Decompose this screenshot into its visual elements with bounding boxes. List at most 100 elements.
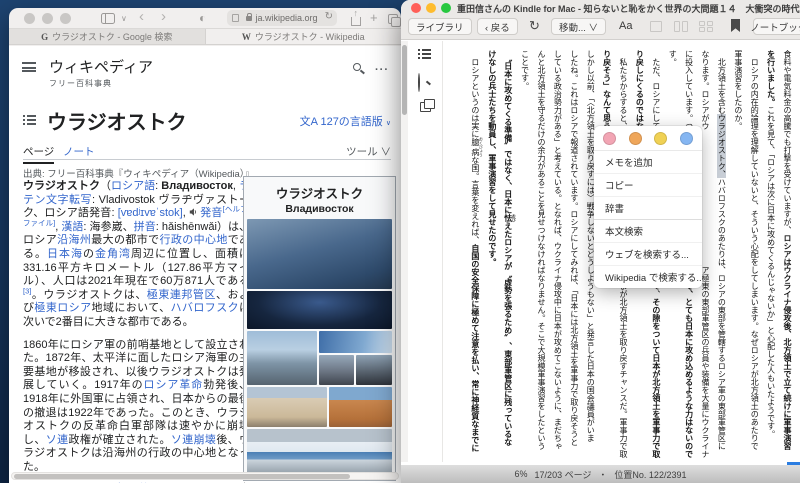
wiki-link[interactable]: 極東ロシア [34, 302, 91, 314]
language-selector[interactable]: 文A 127の言語版 ∨ [300, 113, 391, 129]
menu-item[interactable]: ウェブを検索する... [594, 242, 702, 265]
search-icon[interactable] [418, 73, 420, 92]
book-text-segment: ことです。 [520, 50, 530, 90]
photo-aerial-harbor [247, 219, 392, 289]
highlight-swatch-yellow[interactable] [654, 132, 668, 145]
menu-item[interactable]: コピー [594, 173, 702, 196]
address-bar[interactable]: ja.wikipedia.org ↻ [227, 10, 337, 26]
wiki-text: 。ウラジオストクは、 [31, 288, 147, 301]
wikipedia-wordmark[interactable]: ウィキペディア フリー百科事典 [49, 56, 153, 89]
book-text-segment: を行いました。 [766, 50, 776, 106]
goto-button[interactable]: 移動... ∨ [551, 18, 607, 35]
book-text-segment: 「いまが北方領土を取り戻すチャンスだ。軍事力で取 [619, 266, 628, 458]
wiki-link[interactable]: ロシア革命 [144, 379, 204, 391]
book-text-segment: ていて、とても日本に攻め込めるような力はないので [684, 266, 694, 458]
kindle-text-column: けなしの兵士たちを動員し、軍事演習をして見せたのです。 [483, 50, 500, 462]
tab-overview-icon[interactable] [388, 14, 401, 27]
tools-menu[interactable]: ツール ∨ [346, 144, 391, 159]
bookmark-icon[interactable] [731, 19, 740, 32]
safari-toolbar: ∨ ‹ › ◐ ja.wikipedia.org ↻ + [9, 8, 401, 28]
more-icon[interactable]: ··· [375, 64, 389, 76]
library-button[interactable]: ライブラリ [408, 18, 472, 35]
book-text-segment: 食料や電気料金の高騰でも打撃を受けていますが、 [783, 50, 792, 234]
wiki-link[interactable]: 極東連邦管区 [147, 289, 216, 301]
kindle-reading-area: 食料や電気料金の高騰でも打撃を受けていますが、ロシアはウクライナ侵攻後、北方領土… [401, 41, 800, 462]
wiki-link[interactable]: 行政の中心地 [160, 234, 228, 246]
grid-view-icon[interactable] [699, 21, 714, 32]
book-text-segment: ロシアというのは実に [470, 50, 480, 138]
vertical-scrollbar[interactable] [401, 41, 408, 462]
wiki-link[interactable]: 金角湾 [95, 248, 131, 260]
book-text-segment: 怯おび [503, 214, 517, 222]
wiki-link[interactable]: [vɐdʲɪvɐˈstok] [118, 207, 183, 219]
wiki-link[interactable]: ソ連 [46, 434, 69, 446]
reload-icon[interactable]: ↻ [325, 11, 333, 22]
highlight-swatch-blue[interactable] [679, 132, 693, 145]
two-page-view-icon[interactable] [674, 21, 689, 32]
wiki-link[interactable]: 発音 [197, 207, 222, 219]
book-text-segment: り戻しにくるのではな [635, 50, 645, 130]
zoom-button[interactable] [441, 3, 451, 13]
photo-classical-building [329, 387, 392, 427]
highlight-swatch-orange[interactable] [628, 132, 642, 145]
close-button[interactable] [411, 3, 421, 13]
wiki-link[interactable]: 漢語 [61, 221, 83, 233]
photo-night-bridge [247, 291, 392, 329]
toc-icon[interactable] [418, 49, 431, 60]
text-settings-button[interactable]: Aa [619, 20, 632, 32]
wordmark-title: ウィキペディア [49, 60, 153, 76]
sync-icon[interactable]: ↻ [529, 18, 540, 34]
new-tab-icon[interactable]: + [370, 10, 378, 25]
wiki-link[interactable]: 日本海 [47, 248, 83, 260]
minimize-button[interactable] [426, 3, 436, 13]
wiki-link[interactable]: 沿海州 [57, 234, 91, 246]
kindle-text-column: ロシアの内在的論理を理解していないと、そういう心配をしてしまいます。なぜロシアが… [745, 50, 762, 462]
notebook-button[interactable]: ノートブックを表示 [750, 18, 800, 35]
book-text-segment: けなしの兵士たちを動員し、軍事演習をして見せたのです。 [487, 50, 497, 266]
kindle-toolbar: ライブラリ ‹ 戻る ↻ 移動... ∨ Aa ノートブックを表示 [401, 14, 800, 40]
share-icon[interactable] [351, 8, 361, 26]
tab-wikipedia[interactable]: W ウラジオストク - Wikipedia [205, 29, 401, 44]
wiki-link[interactable]: ソ連崩壊 [171, 434, 216, 446]
chevron-down-icon[interactable]: ∨ [121, 14, 127, 23]
book-text-segment: に投入しています。つ [684, 50, 694, 130]
wiki-text: : 海参崴、 [83, 220, 134, 233]
tab-talk[interactable]: ノート [63, 144, 95, 159]
wiki-link[interactable]: ロシア語 [111, 180, 155, 192]
scrollbar-thumb[interactable] [402, 45, 407, 115]
tab-page[interactable]: ページ [23, 144, 55, 164]
zoom-button[interactable] [60, 13, 71, 24]
menu-item[interactable]: 辞書 [594, 196, 702, 219]
search-icon[interactable] [353, 63, 361, 71]
highlight-swatch-pink[interactable] [603, 132, 616, 145]
menu-icon[interactable] [22, 62, 36, 72]
wiki-link[interactable]: ハバロフスク [171, 302, 240, 314]
google-favicon: G [41, 31, 49, 42]
single-page-view-icon[interactable] [649, 21, 664, 32]
menu-item[interactable]: Wikipedia で検索する... [594, 265, 702, 288]
hidden-text-gap [704, 130, 706, 266]
close-button[interactable] [24, 13, 35, 24]
menu-item[interactable]: メモを追加 [594, 151, 702, 173]
forward-icon[interactable]: › [161, 8, 166, 25]
wiki-text: （ [99, 180, 112, 192]
minimize-button[interactable] [42, 13, 53, 24]
menu-item[interactable]: 本文検索 [594, 220, 702, 242]
wiki-link[interactable]: 拼音 [134, 221, 156, 233]
kindle-text-column: 北方領土を含むウラジオストク、ハバロフスクのあたりは、ロシアの東部を管轄するロシ… [712, 50, 729, 462]
translate-icon: 文A [299, 116, 318, 128]
back-icon[interactable]: ‹ [139, 8, 144, 25]
book-text-segment: ハバロフスクのあたりは、ロシアの東部を管轄するロシア軍の東部軍管区に [717, 178, 727, 450]
sidebar-toggle-icon[interactable] [101, 13, 115, 24]
horizontal-scrollbar[interactable] [11, 472, 399, 480]
contents-icon[interactable] [23, 115, 36, 125]
language-count: 127の言語版 [320, 116, 383, 128]
reader-shield-icon[interactable]: ◐ [199, 10, 206, 26]
separator-dot: ・ [598, 469, 608, 480]
scrollbar-thumb[interactable] [14, 474, 350, 479]
back-button[interactable]: ‹ 戻る [477, 18, 518, 35]
wiki-text: 最大の都市で [91, 234, 160, 247]
book-text-segment: これを見て、「ロシアは次に日本に攻めてくるんじゃないか」と心配した人もいたようで… [766, 106, 776, 438]
wikipedia-favicon: W [241, 31, 251, 42]
tab-google-search[interactable]: G ウラジオストク - Google 検索 [9, 29, 206, 44]
